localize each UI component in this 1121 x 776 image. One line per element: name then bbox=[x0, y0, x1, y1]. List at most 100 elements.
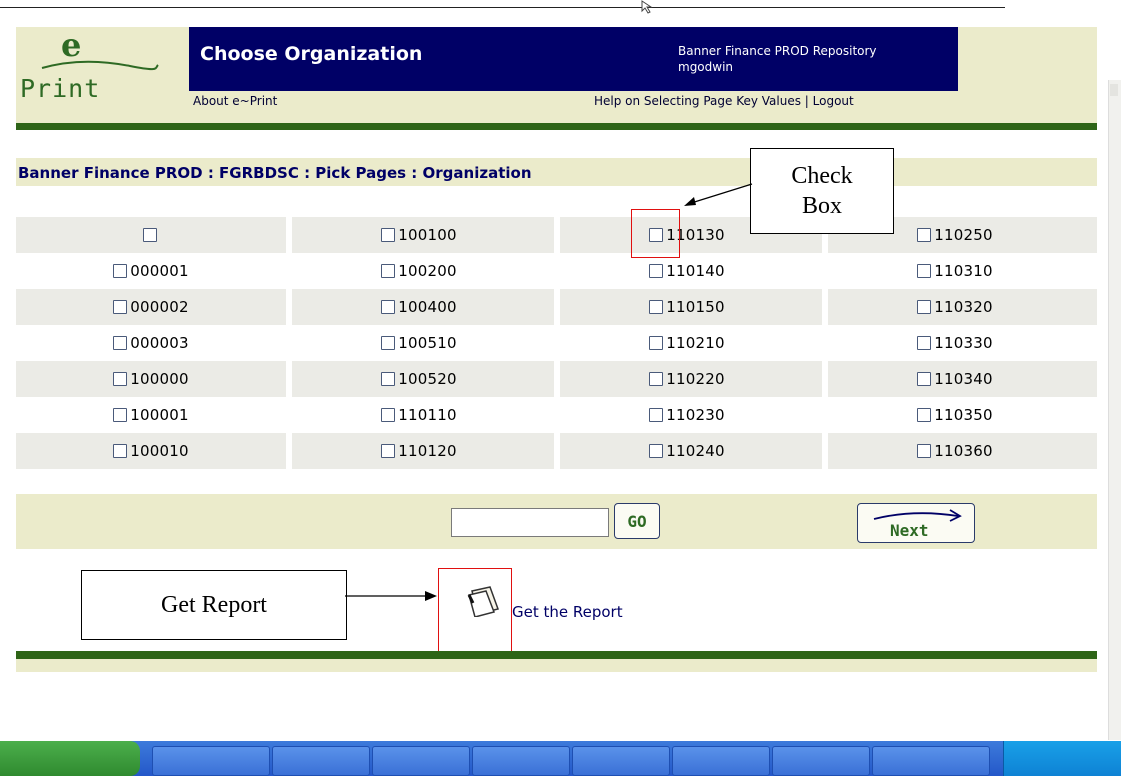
organization-checkbox[interactable] bbox=[649, 372, 664, 386]
username: mgodwin bbox=[678, 60, 734, 74]
organization-option[interactable]: 000003 bbox=[16, 325, 286, 361]
organization-option[interactable]: 100200 bbox=[284, 253, 554, 289]
organization-option[interactable]: 100001 bbox=[16, 397, 286, 433]
organization-checkbox[interactable] bbox=[381, 408, 396, 422]
taskbar-button[interactable] bbox=[672, 746, 770, 776]
jump-input[interactable] bbox=[451, 508, 609, 537]
organization-checkbox[interactable] bbox=[917, 300, 932, 314]
organization-checkbox[interactable] bbox=[917, 264, 932, 278]
organization-code: 110340 bbox=[934, 370, 993, 388]
next-label: Next bbox=[890, 521, 929, 540]
organization-option[interactable]: 110220 bbox=[552, 361, 822, 397]
organization-option[interactable]: 000001 bbox=[16, 253, 286, 289]
organization-checkbox[interactable] bbox=[381, 336, 396, 350]
organization-option[interactable] bbox=[16, 217, 286, 253]
organization-checkbox[interactable] bbox=[381, 372, 396, 386]
mouse-pointer-icon bbox=[641, 0, 653, 14]
taskbar-button[interactable] bbox=[472, 746, 570, 776]
header: e Print Choose Organization Banner Finan… bbox=[16, 26, 1097, 124]
document-icon[interactable] bbox=[466, 583, 504, 617]
organization-option[interactable]: 110110 bbox=[284, 397, 554, 433]
organization-checkbox[interactable] bbox=[381, 300, 396, 314]
organization-code: 000003 bbox=[130, 334, 189, 352]
about-link[interactable]: About e~Print bbox=[193, 94, 277, 108]
taskbar-button[interactable] bbox=[372, 746, 470, 776]
organization-option[interactable]: 110230 bbox=[552, 397, 822, 433]
organization-code: 100520 bbox=[398, 370, 457, 388]
table-row: 000003 100510 110210 110330 bbox=[16, 325, 1097, 361]
taskbar-button[interactable] bbox=[772, 746, 870, 776]
organization-option[interactable]: 100520 bbox=[284, 361, 554, 397]
organization-checkbox[interactable] bbox=[649, 408, 664, 422]
organization-option[interactable]: 110210 bbox=[552, 325, 822, 361]
organization-checkbox[interactable] bbox=[142, 228, 157, 242]
organization-code: 110360 bbox=[934, 442, 993, 460]
organization-option[interactable]: 100100 bbox=[284, 217, 554, 253]
check-box-annotation: Check Box bbox=[750, 148, 894, 234]
scroll-up-arrow-icon[interactable] bbox=[1110, 84, 1118, 96]
organization-checkbox[interactable] bbox=[113, 444, 128, 458]
organization-option[interactable]: 100000 bbox=[16, 361, 286, 397]
organization-checkbox[interactable] bbox=[113, 264, 128, 278]
organization-checkbox[interactable] bbox=[917, 372, 932, 386]
organization-option[interactable]: 110330 bbox=[820, 325, 1090, 361]
title-bar: Choose Organization Banner Finance PROD … bbox=[189, 27, 958, 91]
footer-bar bbox=[16, 659, 1097, 672]
taskbar-button[interactable] bbox=[572, 746, 670, 776]
organization-checkbox[interactable] bbox=[917, 228, 932, 242]
organization-checkbox[interactable] bbox=[113, 300, 128, 314]
organization-checkbox[interactable] bbox=[649, 300, 664, 314]
organization-option[interactable]: 110340 bbox=[820, 361, 1090, 397]
organization-code: 110350 bbox=[934, 406, 993, 424]
organization-checkbox[interactable] bbox=[113, 408, 128, 422]
organization-checkbox[interactable] bbox=[381, 228, 396, 242]
organization-option[interactable]: 110140 bbox=[552, 253, 822, 289]
organization-checkbox[interactable] bbox=[649, 264, 664, 278]
table-row: 100001 110110 110230 110350 bbox=[16, 397, 1097, 433]
help-link[interactable]: Help on Selecting Page Key Values bbox=[594, 94, 801, 108]
organization-option[interactable]: 110240 bbox=[552, 433, 822, 469]
breadcrumb: Banner Finance PROD : FGRBDSC : Pick Pag… bbox=[18, 164, 532, 182]
organization-option[interactable]: 100510 bbox=[284, 325, 554, 361]
organization-checkbox[interactable] bbox=[917, 336, 932, 350]
organization-code: 110330 bbox=[934, 334, 993, 352]
table-row: 000001 100200 110140 110310 bbox=[16, 253, 1097, 289]
organization-checkbox[interactable] bbox=[917, 444, 932, 458]
organization-checkbox[interactable] bbox=[381, 264, 396, 278]
organization-code: 110150 bbox=[666, 298, 725, 316]
navigation-bar: GO Next bbox=[16, 494, 1097, 549]
table-row: 000002 100400 110150 110320 bbox=[16, 289, 1097, 325]
organization-checkbox[interactable] bbox=[917, 408, 932, 422]
next-button[interactable]: Next bbox=[857, 503, 975, 543]
windows-taskbar bbox=[0, 741, 1121, 776]
organization-option[interactable]: 100010 bbox=[16, 433, 286, 469]
organization-option[interactable]: 100400 bbox=[284, 289, 554, 325]
get-report-link[interactable]: Get the Report bbox=[512, 603, 623, 621]
organization-option[interactable]: 000002 bbox=[16, 289, 286, 325]
organization-option[interactable]: 110360 bbox=[820, 433, 1090, 469]
taskbar-button[interactable] bbox=[872, 746, 990, 776]
organization-checkbox[interactable] bbox=[649, 444, 664, 458]
organization-checkbox[interactable] bbox=[381, 444, 396, 458]
organization-checkbox[interactable] bbox=[113, 336, 128, 350]
organization-option[interactable]: 110120 bbox=[284, 433, 554, 469]
organization-option[interactable]: 110310 bbox=[820, 253, 1090, 289]
organization-code: 100001 bbox=[130, 406, 189, 424]
taskbar-button[interactable] bbox=[152, 746, 270, 776]
organization-code: 100400 bbox=[398, 298, 457, 316]
taskbar-button[interactable] bbox=[272, 746, 370, 776]
top-rule bbox=[0, 7, 1005, 8]
breadcrumb-bar: Banner Finance PROD : FGRBDSC : Pick Pag… bbox=[16, 158, 1097, 186]
organization-option[interactable]: 110350 bbox=[820, 397, 1090, 433]
start-button[interactable] bbox=[0, 741, 140, 776]
organization-checkbox[interactable] bbox=[113, 372, 128, 386]
help-links: Help on Selecting Page Key Values | Logo… bbox=[594, 94, 854, 108]
go-button[interactable]: GO bbox=[614, 503, 660, 539]
organization-option[interactable]: 110150 bbox=[552, 289, 822, 325]
organization-option[interactable]: 110320 bbox=[820, 289, 1090, 325]
vertical-scrollbar[interactable] bbox=[1108, 80, 1121, 740]
organization-checkbox[interactable] bbox=[649, 336, 664, 350]
organization-code: 110240 bbox=[666, 442, 725, 460]
logout-link[interactable]: Logout bbox=[813, 94, 854, 108]
organization-code: 100200 bbox=[398, 262, 457, 280]
